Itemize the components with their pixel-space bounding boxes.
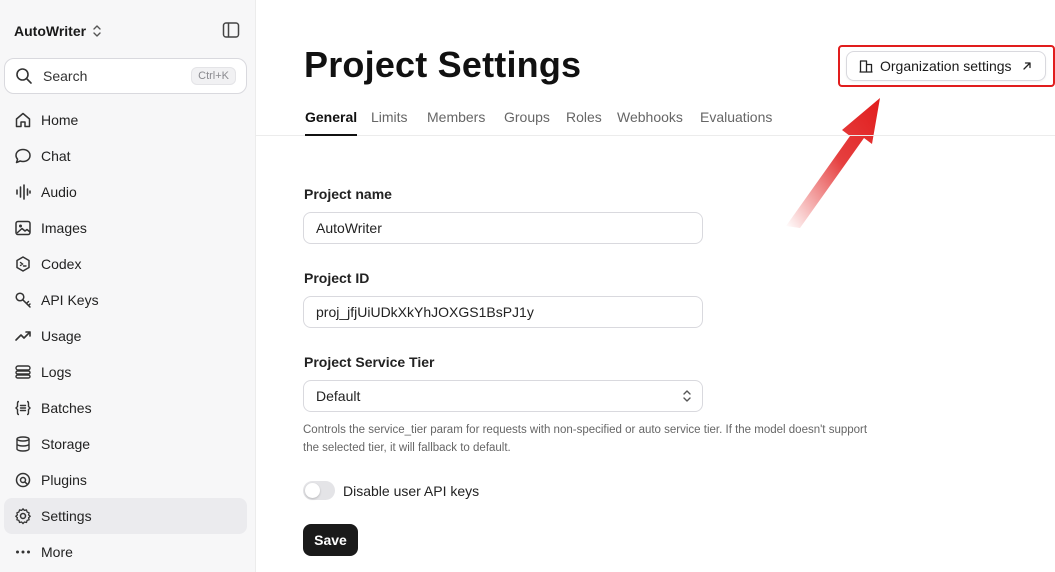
service-tier-select[interactable]: Default: [303, 380, 703, 412]
search-input[interactable]: Search Ctrl+K: [4, 58, 247, 94]
sidebar-item-label: Logs: [41, 364, 72, 380]
sidebar-item-codex[interactable]: Codex: [4, 246, 247, 282]
sidebar-item-label: More: [41, 544, 73, 560]
app-root: AutoWriter Search Ctrl+K Home Chat Audio: [0, 0, 1055, 572]
sidebar-item-label: Images: [41, 220, 87, 236]
sidebar-item-plugins[interactable]: Plugins: [4, 462, 247, 498]
sidebar-item-audio[interactable]: Audio: [4, 174, 247, 210]
page-title: Project Settings: [304, 44, 582, 85]
sidebar-item-label: Audio: [41, 184, 77, 200]
sidebar-item-more[interactable]: More: [4, 534, 247, 570]
toggle-knob: [305, 483, 320, 498]
tab-evaluations[interactable]: Evaluations: [700, 109, 772, 134]
project-name-label: Project name: [304, 186, 392, 202]
disable-api-keys-label: Disable user API keys: [343, 483, 480, 499]
organization-settings-label: Organization settings: [880, 58, 1012, 74]
organization-settings-button[interactable]: Organization settings: [846, 51, 1046, 81]
sidebar-nav: Home Chat Audio Images Codex API Keys Us…: [4, 102, 247, 570]
sidebar-item-label: Batches: [41, 400, 92, 416]
tab-roles[interactable]: Roles: [566, 109, 602, 134]
workspace-name: AutoWriter: [14, 23, 87, 39]
batches-icon: [15, 400, 31, 416]
search-shortcut-badge: Ctrl+K: [191, 67, 236, 85]
tab-bar: General Limits Members Groups Roles Webh…: [256, 100, 1055, 136]
sidebar-item-label: Codex: [41, 256, 82, 272]
sidebar-item-label: Home: [41, 112, 79, 128]
project-id-label: Project ID: [304, 270, 370, 286]
sidebar-item-label: Storage: [41, 436, 91, 452]
images-icon: [15, 220, 31, 236]
storage-icon: [16, 436, 30, 452]
search-icon: [16, 68, 32, 84]
sidebar-item-home[interactable]: Home: [4, 102, 247, 138]
service-tier-value: Default: [316, 388, 361, 404]
sidebar-item-settings[interactable]: Settings: [4, 498, 247, 534]
search-label: Search: [43, 68, 88, 84]
project-id-input[interactable]: [303, 296, 703, 328]
key-icon: [15, 292, 31, 308]
tab-limits[interactable]: Limits: [371, 109, 408, 134]
chevron-updown-icon: [93, 25, 101, 37]
tab-webhooks[interactable]: Webhooks: [617, 109, 683, 134]
save-button[interactable]: Save: [303, 524, 358, 556]
logs-icon: [15, 365, 31, 379]
sidebar-item-batches[interactable]: Batches: [4, 390, 247, 426]
building-icon: [859, 60, 873, 73]
sidebar: AutoWriter Search Ctrl+K Home Chat Audio: [0, 0, 256, 572]
usage-icon: [15, 331, 31, 341]
disable-api-keys-toggle[interactable]: [303, 481, 335, 500]
sidebar-item-chat[interactable]: Chat: [4, 138, 247, 174]
sidebar-item-label: Usage: [41, 328, 82, 344]
sidebar-item-label: API Keys: [41, 292, 99, 308]
project-name-input[interactable]: [303, 212, 703, 244]
workspace-switcher[interactable]: AutoWriter: [14, 20, 102, 42]
service-tier-label: Project Service Tier: [304, 354, 435, 370]
sidebar-item-api-keys[interactable]: API Keys: [4, 282, 247, 318]
sidebar-item-usage[interactable]: Usage: [4, 318, 247, 354]
chevron-updown-icon: [683, 390, 691, 402]
sidebar-item-images[interactable]: Images: [4, 210, 247, 246]
sidebar-item-storage[interactable]: Storage: [4, 426, 247, 462]
audio-icon: [16, 184, 31, 200]
external-arrow-icon: [1022, 62, 1031, 70]
sidebar-item-label: Settings: [41, 508, 92, 524]
sidebar-item-label: Chat: [41, 148, 71, 164]
gear-icon: [15, 508, 31, 525]
more-icon: [16, 550, 30, 554]
plugins-icon: [15, 472, 31, 488]
codex-icon: [16, 256, 30, 272]
tab-groups[interactable]: Groups: [504, 109, 550, 134]
tab-general[interactable]: General: [305, 109, 358, 136]
chat-icon: [15, 148, 31, 164]
home-icon: [15, 112, 31, 128]
service-tier-help-text: Controls the service_tier param for requ…: [303, 424, 868, 454]
sidebar-item-logs[interactable]: Logs: [4, 354, 247, 390]
sidebar-toggle-icon[interactable]: [222, 21, 240, 39]
tab-members[interactable]: Members: [427, 109, 485, 134]
sidebar-item-label: Plugins: [41, 472, 87, 488]
